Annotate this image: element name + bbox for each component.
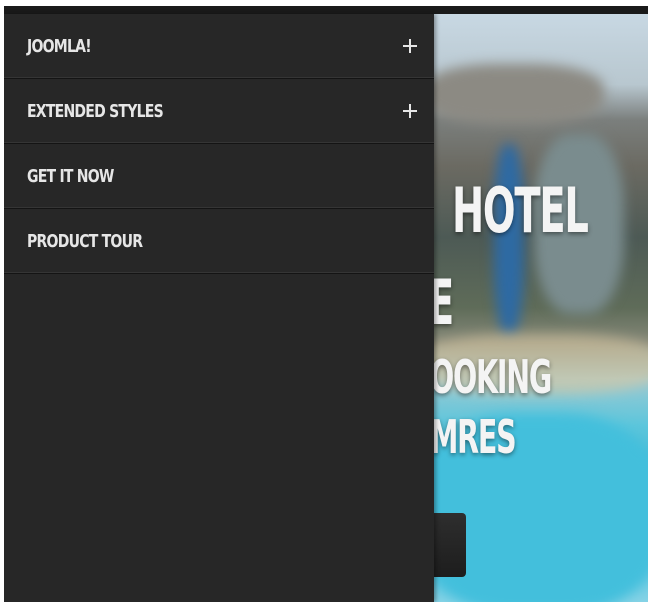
hero-roof-shape xyxy=(434,64,604,124)
hero-subtitle-line2: MRES xyxy=(434,410,517,464)
plus-icon[interactable] xyxy=(403,39,417,53)
hero-title-line1: HOTEL xyxy=(452,174,589,247)
hero-title-line2: E xyxy=(434,266,454,339)
top-bar xyxy=(4,6,648,14)
hero-banner: HOTEL E OOKING MRES xyxy=(434,14,648,602)
offcanvas-menu: JOOMLA! EXTENDED STYLES GET IT NOW PRODU… xyxy=(4,14,434,602)
menu-item-extended-styles[interactable]: EXTENDED STYLES xyxy=(4,79,434,144)
menu-item-label: GET IT NOW xyxy=(27,165,114,187)
menu-item-label: JOOMLA! xyxy=(27,35,92,57)
menu-item-product-tour[interactable]: PRODUCT TOUR xyxy=(4,209,434,274)
hero-subtitle-line1: OOKING xyxy=(434,350,552,404)
menu-item-get-it-now[interactable]: GET IT NOW xyxy=(4,144,434,209)
menu-item-label: EXTENDED STYLES xyxy=(27,100,164,122)
menu-item-joomla[interactable]: JOOMLA! xyxy=(4,14,434,79)
app-frame: HOTEL E OOKING MRES JOOMLA! EXTENDED STY… xyxy=(4,6,648,602)
hero-cta-button[interactable] xyxy=(434,513,466,577)
plus-icon[interactable] xyxy=(403,104,417,118)
menu-item-label: PRODUCT TOUR xyxy=(27,230,143,252)
